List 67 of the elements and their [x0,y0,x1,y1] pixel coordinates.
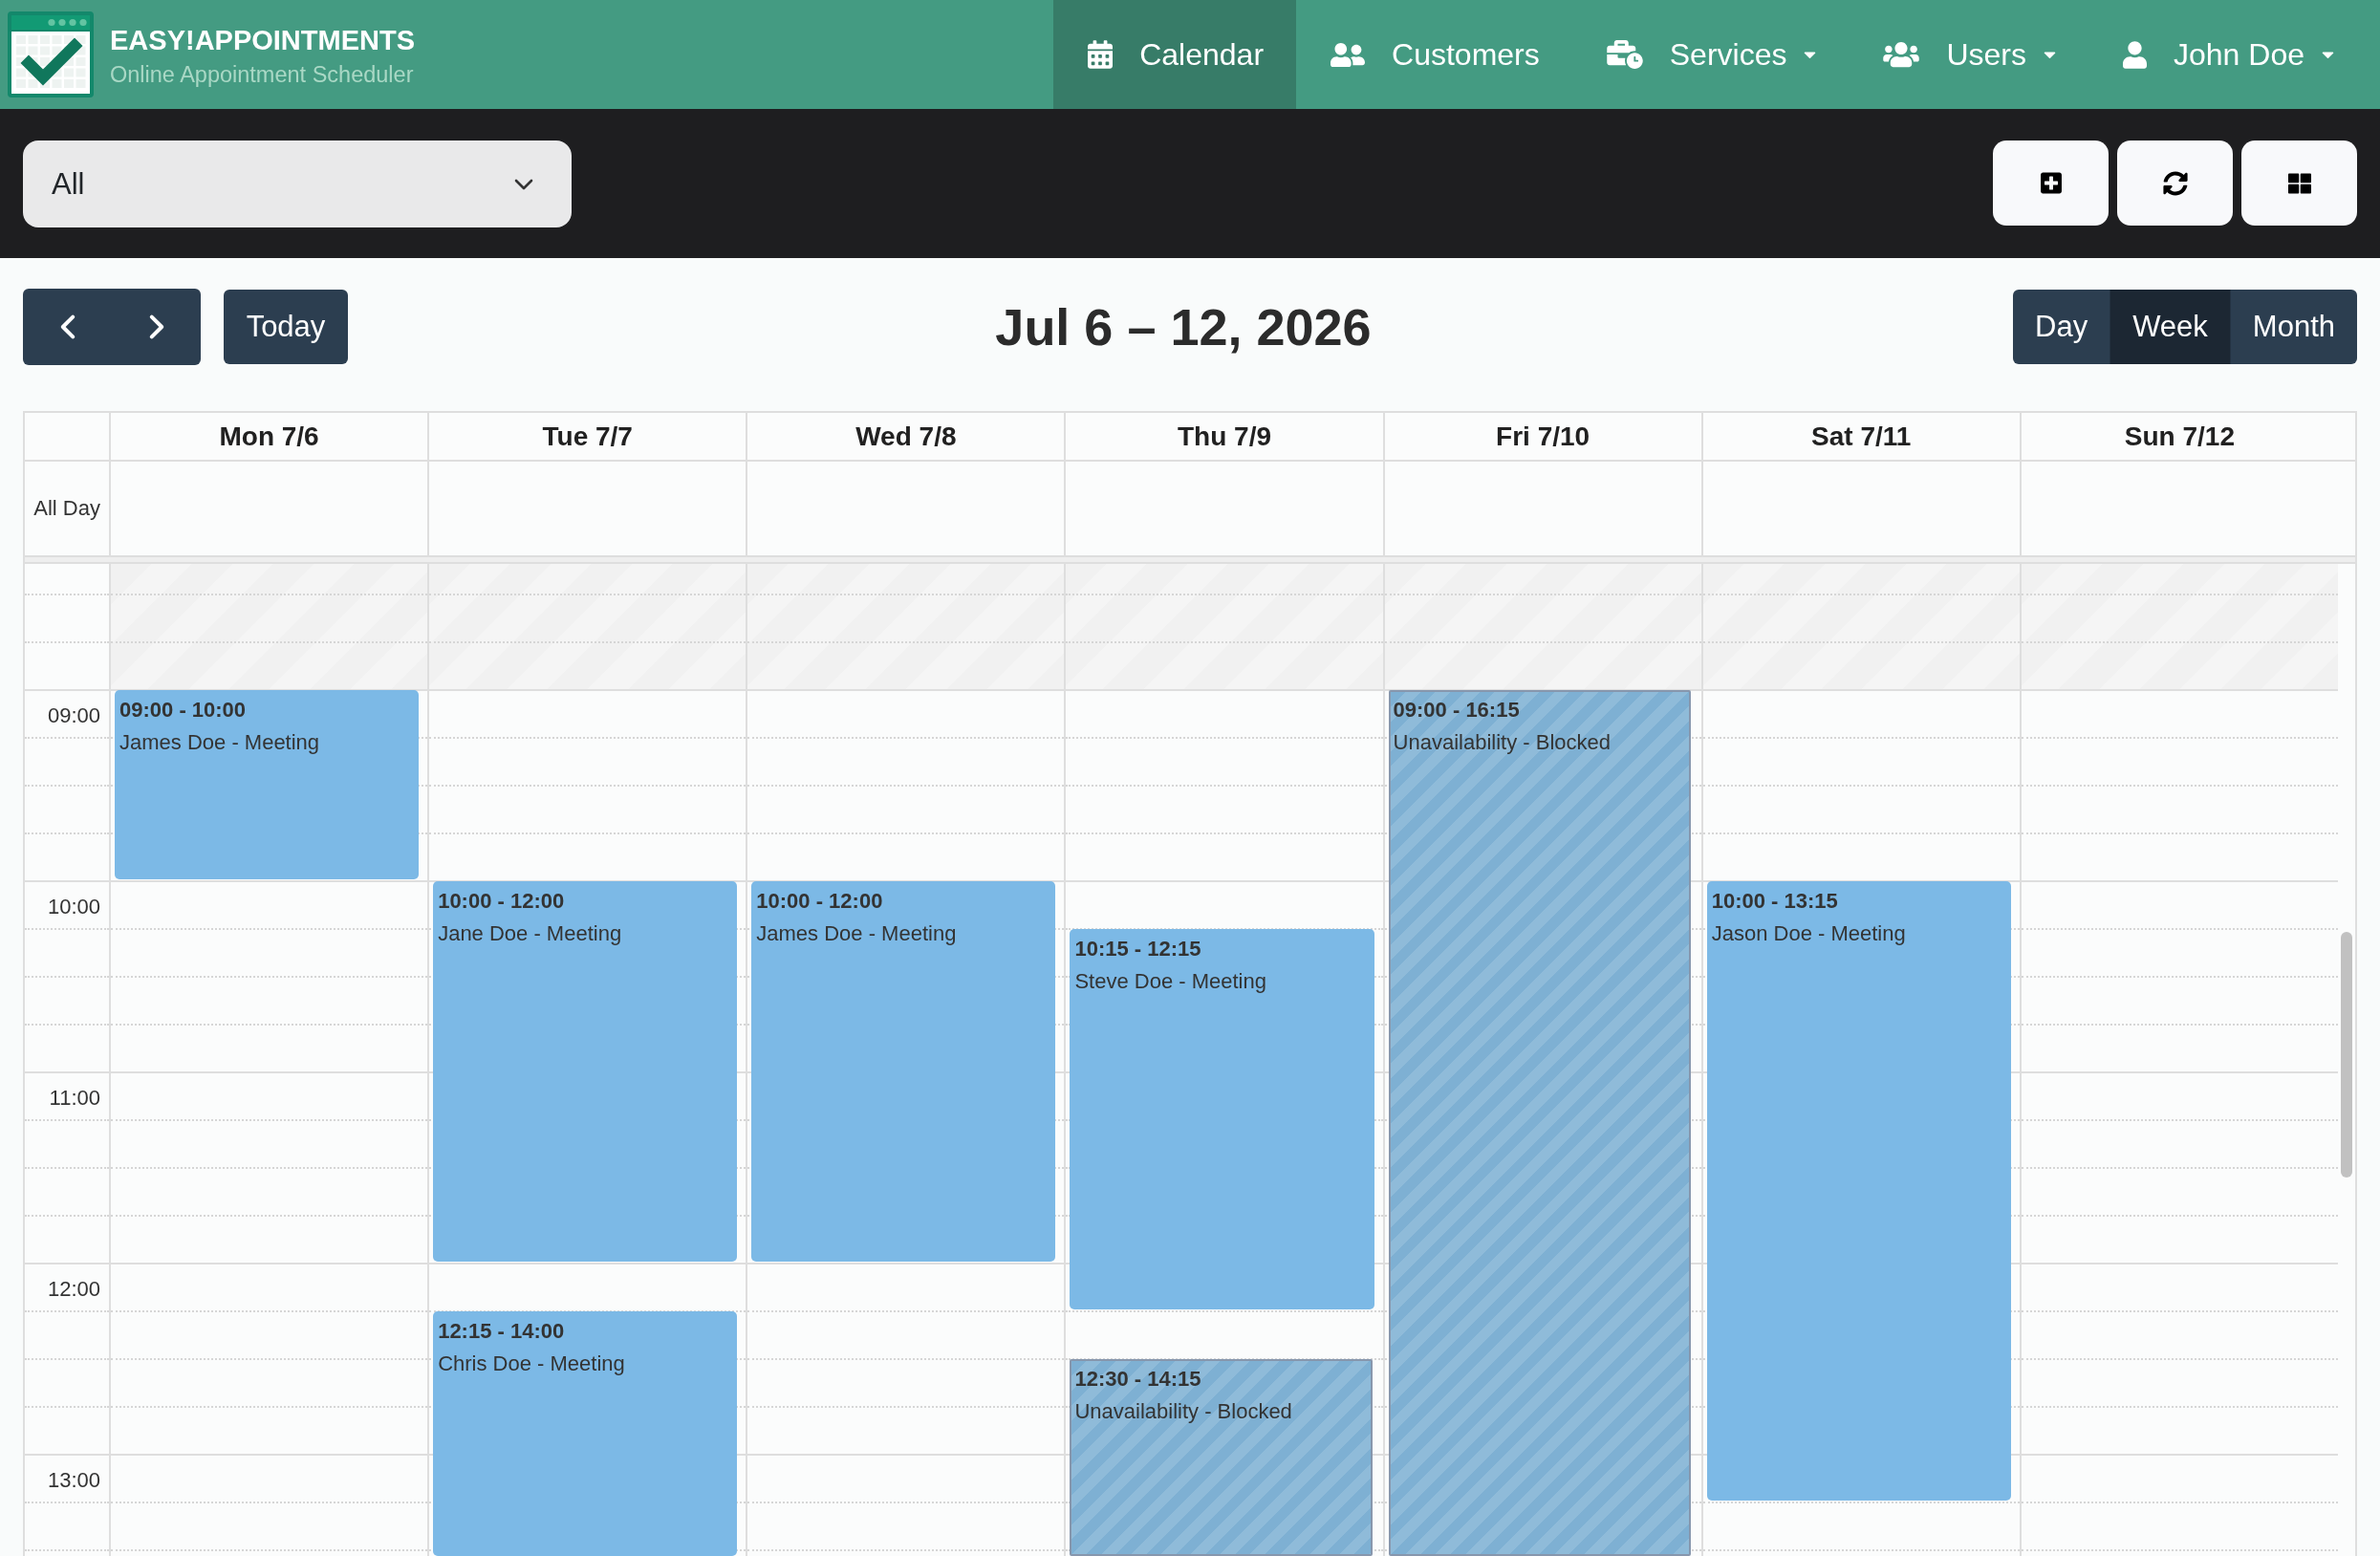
event-time: 09:00 - 10:00 [119,697,248,724]
event-title: James Doe - Meeting [756,920,958,947]
add-button[interactable] [1993,140,2109,226]
all-day-label: All Day [32,495,101,522]
event-title: Jason Doe - Meeting [1711,920,1907,947]
time-label: 13:00 [47,1467,101,1493]
time-label: 10:00 [47,894,101,919]
day-header: Sun 7/12 [2019,413,2338,460]
scrollbar-thumb[interactable] [2341,932,2352,1178]
brand-subtitle: Online Appointment Scheduler [110,60,415,88]
reload-button[interactable] [2117,140,2233,226]
blocked-time-card[interactable]: 09:00 - 16:15 Unavailability - Blocked [1388,690,1691,1556]
day-header: Thu 7/9 [1064,413,1383,460]
event-time: 12:15 - 14:00 [438,1318,566,1345]
day-header: Sat 7/11 [1700,413,2020,460]
event-time: 12:30 - 14:15 [1074,1366,1202,1393]
day-header: Mon 7/6 [109,413,428,460]
time-label: 11:00 [49,1085,101,1111]
nav-link[interactable]: John Doe [2088,0,2367,109]
chevron-left-icon [59,314,76,339]
appointment-card[interactable]: 12:15 - 14:00 Chris Doe - Meeting [433,1311,738,1556]
nav-link[interactable]: Calendar [1053,0,1297,109]
chevron-right-icon [148,314,164,339]
user-icon [2123,40,2147,69]
nav-link[interactable]: Customers [1296,0,1572,109]
logo-icon [8,11,94,97]
grid-icon [2287,171,2311,195]
view-button[interactable]: Month [2229,290,2357,364]
event-time: 10:00 - 12:00 [756,888,884,915]
appointment-card[interactable]: 10:00 - 13:15 Jason Doe - Meeting [1706,881,2011,1501]
view-button[interactable]: Week [2110,290,2230,364]
time-label: 09:00 [47,702,101,728]
previous-button[interactable] [23,289,112,365]
today-button[interactable]: Today [224,290,348,364]
event-title: Unavailability - Blocked [1393,729,1612,756]
day-header: Fri 7/10 [1382,413,1701,460]
appointment-card[interactable]: 10:00 - 12:00 James Doe - Meeting [751,881,1056,1262]
calendar-title: Jul 6 – 12, 2026 [995,297,1372,357]
event-time: 10:15 - 12:15 [1074,936,1202,962]
users-icon [1331,40,1366,69]
refresh-icon [2162,170,2188,196]
next-button[interactable] [112,289,201,365]
user-group-icon [1883,40,1920,69]
chevron-down-icon [514,178,533,190]
event-time: 10:00 - 13:15 [1711,888,1839,915]
event-title: James Doe - Meeting [119,729,321,756]
event-time: 09:00 - 16:15 [1393,697,1521,724]
briefcase-clock-icon [1606,40,1643,69]
day-header: Tue 7/7 [427,413,746,460]
event-time: 10:00 - 12:00 [438,888,566,915]
time-label: 12:00 [47,1276,101,1302]
event-title: Chris Doe - Meeting [438,1351,626,1377]
blocked-time-card[interactable]: 12:30 - 14:15 Unavailability - Blocked [1070,1359,1373,1556]
calendar-icon [1088,40,1114,69]
view-button[interactable]: Day [2013,290,2110,364]
event-title: Jane Doe - Meeting [438,920,623,947]
appointment-card[interactable]: 10:00 - 12:00 Jane Doe - Meeting [433,881,738,1262]
appointment-card[interactable]: 10:15 - 12:15 Steve Doe - Meeting [1070,929,1374,1309]
nav-link[interactable]: Services [1571,0,1850,109]
nav-link[interactable]: Users [1849,0,2088,109]
day-header: Wed 7/8 [746,413,1065,460]
appointment-card[interactable]: 09:00 - 10:00 James Doe - Meeting [115,690,420,879]
table-view-button[interactable] [2241,140,2357,226]
event-title: Unavailability - Blocked [1074,1398,1293,1425]
event-title: Steve Doe - Meeting [1074,968,1267,995]
filter-select[interactable]: All [23,140,572,227]
brand-title: EASY!APPOINTMENTS [110,23,416,56]
